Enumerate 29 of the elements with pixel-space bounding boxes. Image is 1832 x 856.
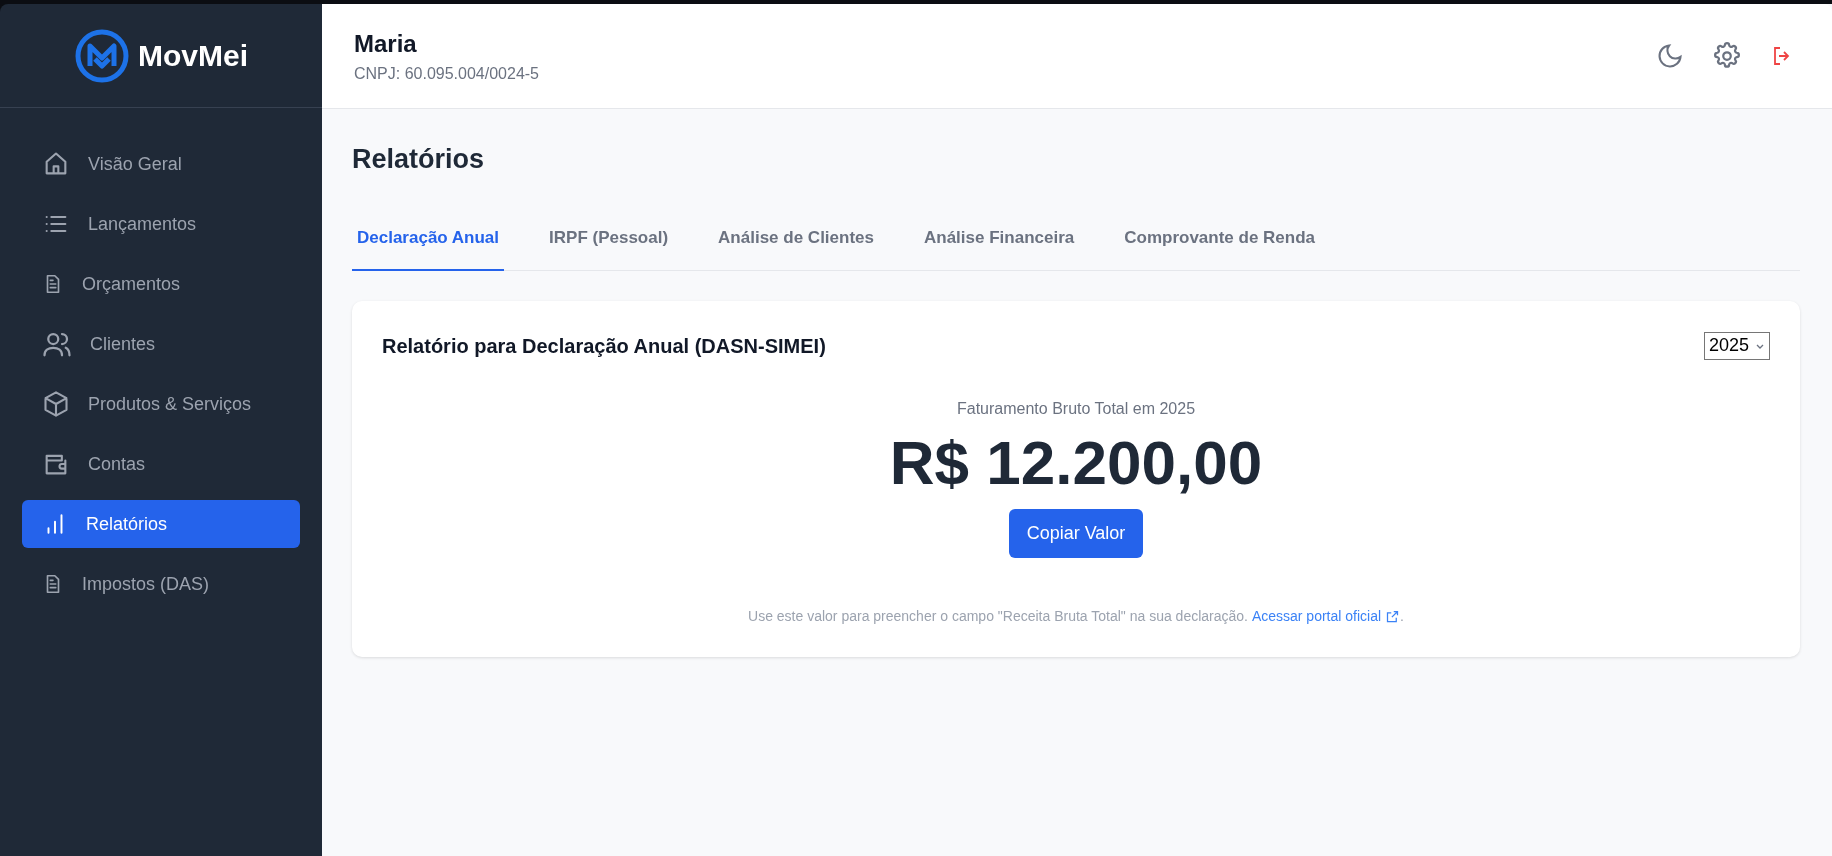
copy-button[interactable]: Copiar Valor <box>1008 508 1144 558</box>
sidebar-item[interactable]: Impostos (DAS) <box>22 560 300 608</box>
year-select[interactable]: 2025 <box>1703 331 1770 360</box>
tab[interactable]: Análise Financeira <box>919 223 1080 271</box>
tab[interactable]: IRPF (Pessoal) <box>544 223 674 271</box>
sidebar-item[interactable]: Orçamentos <box>22 260 300 308</box>
cnpj-text: CNPJ: 60.095.004/0024-5 <box>354 64 539 84</box>
user-name: Maria <box>354 29 418 59</box>
cube-icon <box>42 390 70 418</box>
page-title: Relatórios <box>352 143 486 176</box>
tab[interactable]: Análise de Clientes <box>713 223 879 271</box>
sidebar-item[interactable]: Lançamentos <box>22 200 300 248</box>
total-label: Faturamento Bruto Total em 2025 <box>956 398 1196 419</box>
tab[interactable]: Comprovante de Renda <box>1119 223 1321 271</box>
external-link-icon <box>1385 608 1401 624</box>
moon-icon[interactable] <box>1656 42 1684 70</box>
sidebar-item[interactable]: Visão Geral <box>22 140 300 188</box>
brand-name: MovMei <box>138 38 248 74</box>
settings-icon[interactable] <box>1712 41 1742 71</box>
sidebar-item[interactable]: Relatórios <box>22 500 300 548</box>
sidebar-item[interactable]: Contas <box>22 440 300 488</box>
portal-link[interactable]: Acessar portal oficial <box>1251 605 1401 627</box>
sidebar-item[interactable]: Produtos & Serviços <box>22 380 300 428</box>
total-amount: R$ 12.200,00 <box>889 426 1263 499</box>
tab[interactable]: Declaração Anual <box>352 223 505 271</box>
note-text: Use este valor para preencher o campo "Receita Bruta Total" na sua declaração. Acessar portal oficial . <box>748 605 1404 627</box>
card-title: Relatório para Declaração Anual (DASN-SIMEI) <box>382 333 826 359</box>
logo-icon <box>74 27 130 84</box>
sidebar-item[interactable]: Clientes <box>22 320 300 368</box>
